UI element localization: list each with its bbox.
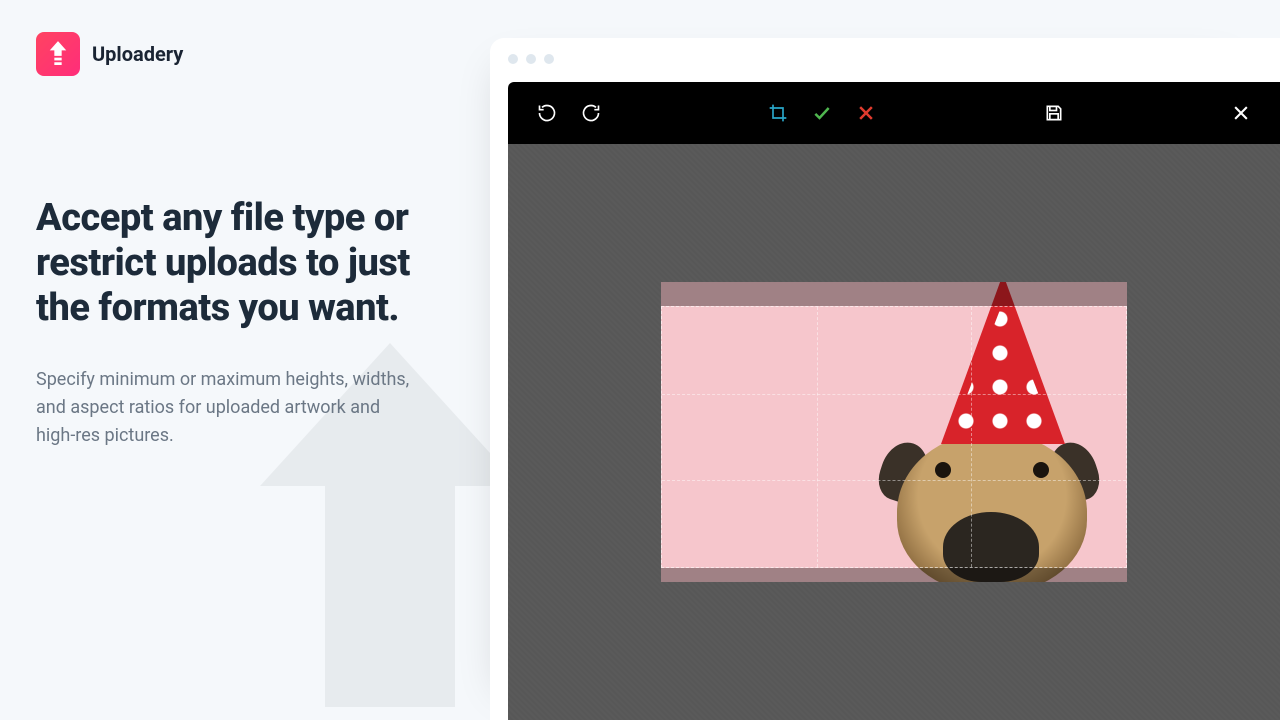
brand: Uploadery (36, 32, 434, 76)
editor-canvas[interactable] (508, 144, 1280, 720)
traffic-dot (508, 54, 518, 64)
traffic-dot (526, 54, 536, 64)
headline: Accept any file type or restrict uploads… (36, 196, 434, 330)
editor-toolbar (508, 82, 1280, 144)
brand-logo-icon (36, 32, 80, 76)
crop-gridline (662, 480, 1126, 481)
brand-name: Uploadery (92, 42, 183, 66)
rotate-right-icon[interactable] (580, 102, 602, 124)
rotate-tool-group (536, 102, 602, 124)
rotate-left-icon[interactable] (536, 102, 558, 124)
crop-tool-group (767, 102, 877, 124)
crop-gridline (971, 307, 972, 567)
cancel-crop-icon[interactable] (855, 102, 877, 124)
window-traffic-lights (490, 38, 1280, 76)
crop-gridline (662, 394, 1126, 395)
traffic-dot (544, 54, 554, 64)
app-window (490, 38, 1280, 720)
subtext: Specify minimum or maximum heights, widt… (36, 366, 416, 450)
check-icon[interactable] (811, 102, 833, 124)
marketing-panel: Uploadery Accept any file type or restri… (0, 0, 470, 720)
image-editor (508, 82, 1280, 720)
crop-selection[interactable] (661, 306, 1127, 568)
crop-icon[interactable] (767, 102, 789, 124)
photo-crop-area[interactable] (661, 282, 1127, 582)
crop-shade (661, 568, 1127, 582)
save-icon[interactable] (1043, 102, 1065, 124)
crop-shade (661, 282, 1127, 306)
close-icon[interactable] (1230, 102, 1252, 124)
crop-gridline (817, 307, 818, 567)
